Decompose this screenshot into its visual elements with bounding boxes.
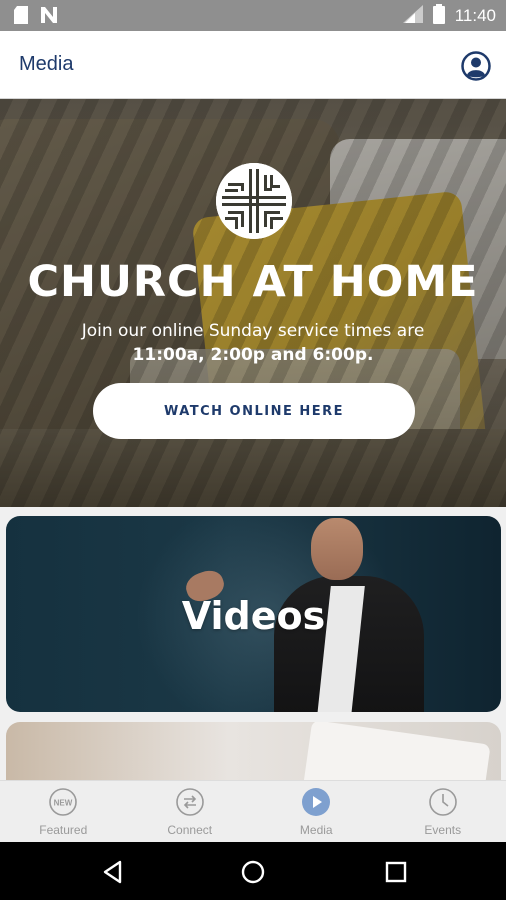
tab-events[interactable]: Events xyxy=(380,781,506,842)
recents-icon[interactable] xyxy=(383,859,409,885)
hero-title: CHURCH AT HOME xyxy=(27,257,479,307)
profile-button[interactable] xyxy=(461,51,491,81)
media-card-partial-image xyxy=(301,722,491,780)
watch-online-button[interactable]: WATCH ONLINE HERE xyxy=(93,383,415,439)
service-times: 11:00a, 2:00p and 6:00p. xyxy=(132,345,374,365)
tab-connect[interactable]: Connect xyxy=(127,781,254,842)
n-notification-icon xyxy=(40,6,58,28)
clock-icon xyxy=(428,788,457,816)
signal-icon xyxy=(402,5,423,27)
svg-text:NEW: NEW xyxy=(54,799,73,808)
app-bar: Media xyxy=(0,31,506,99)
church-logo-icon xyxy=(216,163,292,239)
profile-icon xyxy=(461,51,491,81)
media-content[interactable]: CHURCH AT HOME Join our online Sunday se… xyxy=(0,99,506,780)
tab-label: Featured xyxy=(39,823,88,837)
new-badge-icon: NEW xyxy=(49,788,78,816)
page-title: Media xyxy=(19,53,74,75)
videos-card[interactable]: Videos xyxy=(6,516,501,712)
battery-icon xyxy=(432,4,445,28)
church-at-home-banner: CHURCH AT HOME Join our online Sunday se… xyxy=(0,99,506,507)
tab-label: Events xyxy=(424,823,462,837)
play-icon xyxy=(302,788,331,816)
media-card-partial[interactable] xyxy=(6,722,501,780)
system-nav-bar xyxy=(0,842,506,900)
hero-subtitle: Join our online Sunday service times are xyxy=(81,321,425,341)
videos-card-title: Videos xyxy=(181,594,326,638)
status-bar: 11:40 xyxy=(0,0,506,31)
tab-featured[interactable]: NEW Featured xyxy=(0,781,127,842)
connect-arrows-icon xyxy=(175,788,204,816)
tab-label: Connect xyxy=(167,823,213,837)
home-icon[interactable] xyxy=(240,859,266,885)
back-icon[interactable] xyxy=(100,859,126,885)
bottom-tab-bar: NEW Featured Connect Media Events xyxy=(0,780,506,842)
sd-card-icon xyxy=(14,6,28,28)
videos-card-speaker-head xyxy=(311,518,363,580)
tab-media[interactable]: Media xyxy=(253,781,380,842)
clock-time: 11:40 xyxy=(454,6,496,25)
tab-label: Media xyxy=(299,823,333,837)
